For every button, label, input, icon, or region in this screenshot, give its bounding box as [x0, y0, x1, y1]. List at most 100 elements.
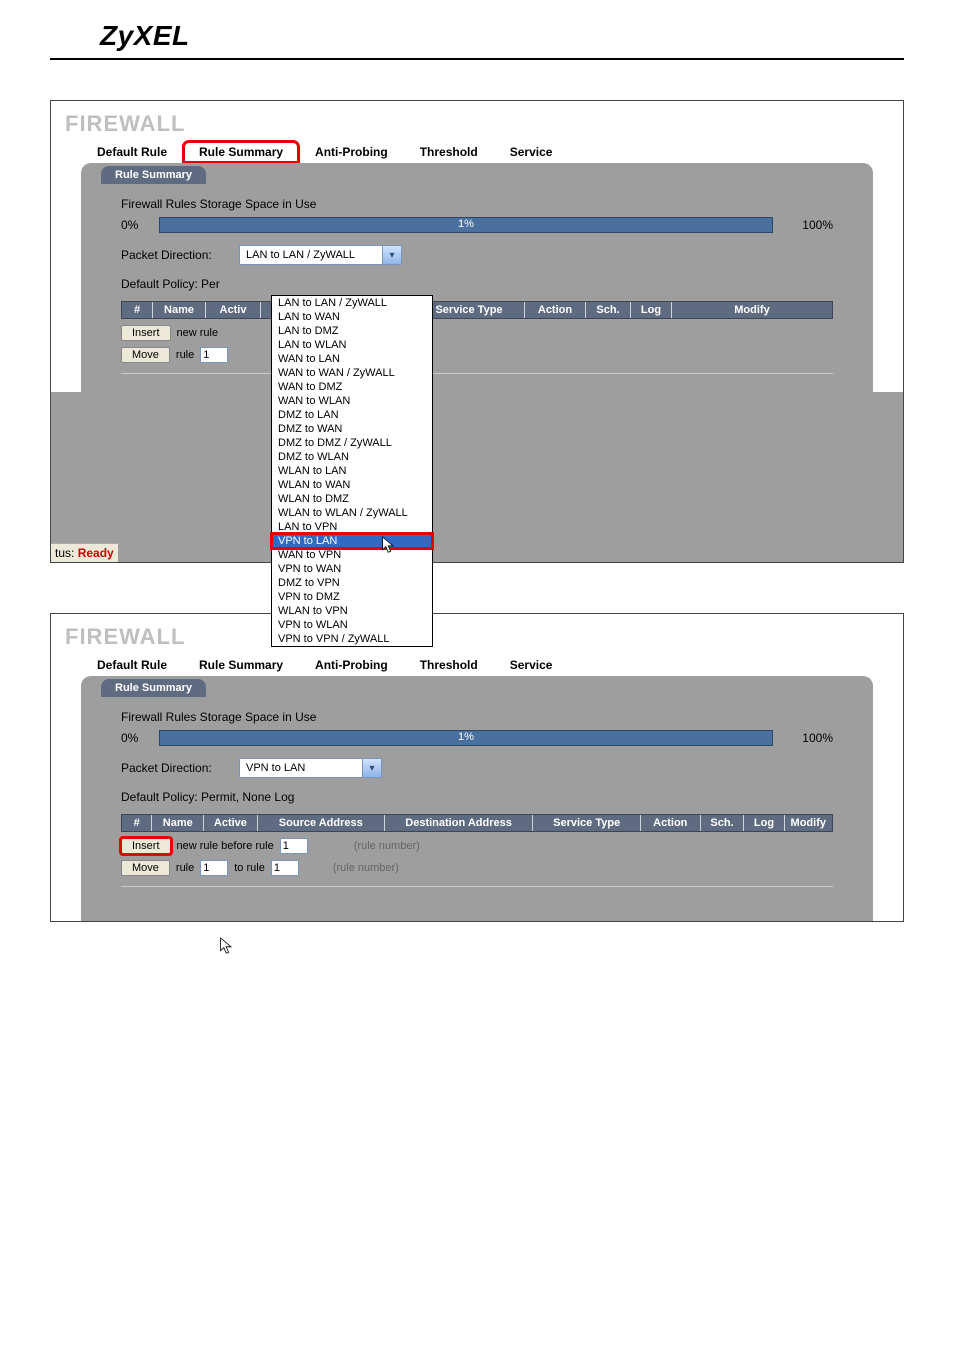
th-src-2: Source Address	[258, 815, 385, 831]
storage-row: 0% 1% 100%	[121, 217, 833, 233]
insert-rule-input[interactable]	[280, 838, 308, 854]
direction-option[interactable]: WAN to LAN	[272, 352, 432, 366]
divider-2	[121, 886, 833, 887]
packet-direction-select[interactable]: LAN to LAN / ZyWALL ▾	[239, 245, 402, 265]
inner-tab-rule-summary-2: Rule Summary	[101, 679, 206, 697]
rules-table-header: # Name Activ stination Address Service T…	[121, 301, 833, 319]
status-prefix: tus:	[55, 546, 78, 560]
direction-option[interactable]: DMZ to WAN	[272, 422, 432, 436]
storage-current-pct: 1%	[458, 218, 474, 230]
direction-option[interactable]: LAN to DMZ	[272, 324, 432, 338]
th-dst-2: Destination Address	[385, 815, 533, 831]
tab-service[interactable]: Service	[494, 141, 569, 163]
move-text-b: to rule	[234, 862, 265, 874]
move-suffix-2: (rule number)	[333, 862, 399, 874]
direction-option[interactable]: WLAN to VPN	[272, 604, 432, 618]
chevron-down-icon[interactable]: ▾	[382, 246, 401, 264]
status-value: Ready	[78, 546, 114, 560]
rules-table-header-2: # Name Active Source Address Destination…	[121, 814, 833, 832]
storage-row-2: 0% 1% 100%	[121, 730, 833, 746]
move-button[interactable]: Move	[121, 347, 170, 363]
tab-threshold-2[interactable]: Threshold	[404, 654, 494, 676]
storage-bar: 1%	[159, 217, 773, 233]
direction-option[interactable]: WAN to VPN	[272, 548, 432, 562]
th-active: Activ	[206, 302, 261, 318]
tab-default-rule-2[interactable]: Default Rule	[81, 654, 183, 676]
direction-option[interactable]: LAN to LAN / ZyWALL	[272, 296, 432, 310]
storage-0pct: 0%	[121, 218, 149, 232]
direction-option[interactable]: LAN to WAN	[272, 310, 432, 324]
direction-dropdown[interactable]: LAN to LAN / ZyWALLLAN to WANLAN to DMZL…	[271, 295, 433, 647]
direction-option[interactable]: WLAN to DMZ	[272, 492, 432, 506]
direction-option[interactable]: VPN to WLAN	[272, 618, 432, 632]
tab-anti-probing[interactable]: Anti-Probing	[299, 141, 404, 163]
packet-direction-label-2: Packet Direction:	[121, 761, 231, 775]
inner-tab-bar-2: Rule Summary	[81, 676, 873, 700]
storage-label-2: Firewall Rules Storage Space in Use	[121, 710, 833, 724]
move-row: Move rule nber)	[121, 347, 833, 363]
insert-button-2[interactable]: Insert	[121, 838, 171, 854]
direction-option[interactable]: LAN to VPN	[272, 520, 432, 534]
direction-option[interactable]: WLAN to LAN	[272, 464, 432, 478]
tab-default-rule[interactable]: Default Rule	[81, 141, 183, 163]
divider	[121, 373, 833, 374]
storage-current-pct-2: 1%	[458, 731, 474, 743]
move-text-a: rule	[176, 862, 194, 874]
inner-tab-bar: Rule Summary	[81, 163, 873, 187]
tab-threshold[interactable]: Threshold	[404, 141, 494, 163]
direction-option[interactable]: VPN to DMZ	[272, 590, 432, 604]
move-rule-input-a[interactable]	[200, 860, 228, 876]
firewall-panel-2: FIREWALL Default Rule Rule Summary Anti-…	[50, 613, 904, 922]
th-active-2: Active	[204, 815, 258, 831]
th-modify-2: Modify	[785, 815, 832, 831]
page-header: ZyXEL	[50, 0, 904, 60]
inner-tab-rule-summary: Rule Summary	[101, 166, 206, 184]
storage-100pct-2: 100%	[783, 731, 833, 745]
tab-rule-summary-2[interactable]: Rule Summary	[183, 654, 299, 676]
direction-option[interactable]: WAN to WLAN	[272, 394, 432, 408]
th-name: Name	[153, 302, 206, 318]
th-sch-2: Sch.	[701, 815, 745, 831]
rule-summary-body-2: Rule Summary Firewall Rules Storage Spac…	[81, 676, 873, 921]
th-sch: Sch.	[586, 302, 631, 318]
th-modify: Modify	[672, 302, 832, 318]
direction-option[interactable]: WLAN to WAN	[272, 478, 432, 492]
storage-bar-2: 1%	[159, 730, 773, 746]
direction-option[interactable]: DMZ to VPN	[272, 576, 432, 590]
move-rule-input-b[interactable]	[271, 860, 299, 876]
th-action-2: Action	[641, 815, 700, 831]
th-stype-2: Service Type	[533, 815, 641, 831]
move-rule-input[interactable]	[200, 347, 228, 363]
bottom-gray-area: tus: Ready	[51, 392, 903, 562]
direction-option[interactable]: WAN to WAN / ZyWALL	[272, 366, 432, 380]
direction-option[interactable]: DMZ to LAN	[272, 408, 432, 422]
insert-row: Insert new rule nber)	[121, 325, 833, 341]
th-num: #	[122, 302, 153, 318]
direction-option[interactable]: WLAN to WLAN / ZyWALL	[272, 506, 432, 520]
insert-suffix-2: (rule number)	[354, 840, 420, 852]
insert-text-2: new rule before rule	[177, 840, 274, 852]
move-button-2[interactable]: Move	[121, 860, 170, 876]
move-text: rule	[176, 349, 194, 361]
page-title-2: FIREWALL	[65, 624, 903, 650]
tab-rule-summary[interactable]: Rule Summary	[183, 141, 299, 163]
th-log-2: Log	[744, 815, 784, 831]
tab-service-2[interactable]: Service	[494, 654, 569, 676]
storage-0pct-2: 0%	[121, 731, 149, 745]
chevron-down-icon-2[interactable]: ▾	[362, 759, 381, 777]
tab-anti-probing-2[interactable]: Anti-Probing	[299, 654, 404, 676]
storage-label: Firewall Rules Storage Space in Use	[121, 197, 833, 211]
th-num-2: #	[122, 815, 152, 831]
direction-option[interactable]: LAN to WLAN	[272, 338, 432, 352]
th-action: Action	[525, 302, 586, 318]
direction-option[interactable]: DMZ to WLAN	[272, 450, 432, 464]
insert-button[interactable]: Insert	[121, 325, 171, 341]
direction-option[interactable]: WAN to DMZ	[272, 380, 432, 394]
direction-option[interactable]: VPN to WAN	[272, 562, 432, 576]
direction-option[interactable]: VPN to LAN	[272, 534, 432, 548]
firewall-panel-1: FIREWALL Default Rule Rule Summary Anti-…	[50, 100, 904, 563]
direction-option[interactable]: VPN to VPN / ZyWALL	[272, 632, 432, 646]
packet-direction-select-2[interactable]: VPN to LAN ▾	[239, 758, 382, 778]
tab-bar: Default Rule Rule Summary Anti-Probing T…	[81, 141, 903, 163]
direction-option[interactable]: DMZ to DMZ / ZyWALL	[272, 436, 432, 450]
